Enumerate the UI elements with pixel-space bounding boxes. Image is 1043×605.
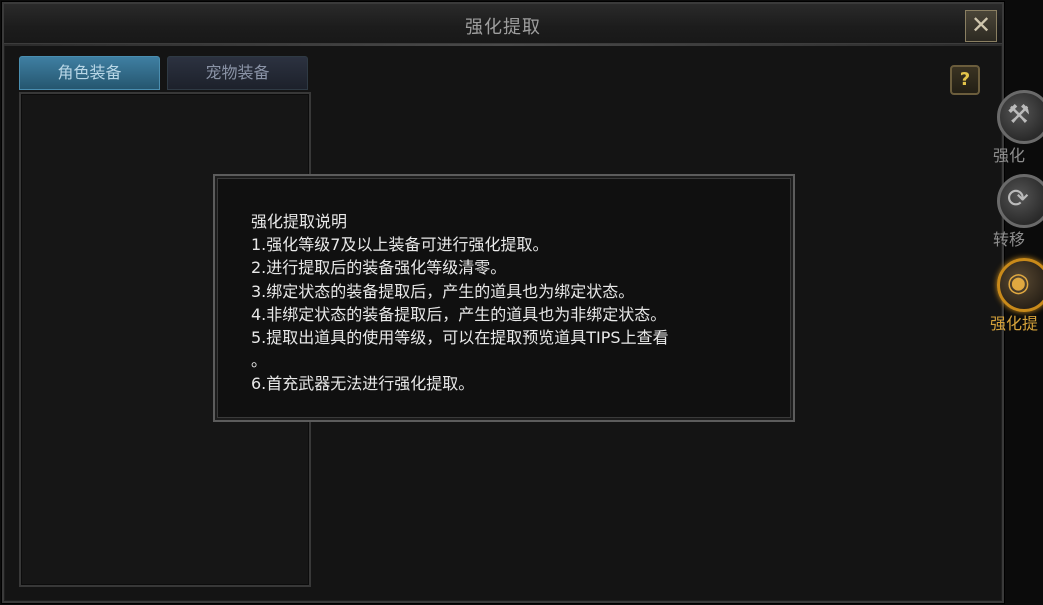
tooltip-rule: 6.首充武器无法进行强化提取。 [251, 374, 475, 394]
title-bar[interactable]: 强化提取 ✕ [4, 4, 1002, 46]
tooltip-heading: 强化提取说明 [251, 212, 348, 231]
tooltip-rule: 5.提取出道具的使用等级，可以在提取预览道具TIPS上查看 [251, 328, 669, 348]
tooltip-rule: 4.非绑定状态的装备提取后，产生的道具也为非绑定状态。 [251, 304, 667, 324]
side-tab-label: 转移 [993, 230, 1026, 249]
side-tab-label: 强化提 [990, 314, 1039, 333]
transfer-icon: ⟳ [1007, 184, 1029, 214]
hammer-icon: ⚒ [1007, 100, 1031, 130]
tooltip-rule: 2.进行提取后的装备强化等级清零。 [251, 258, 507, 278]
extract-icon: ◉ [1007, 268, 1030, 298]
side-tab-label: 强化 [993, 146, 1026, 165]
side-tab-extract[interactable]: ◉ 强化提 [985, 248, 1043, 333]
side-tab-transfer[interactable]: ⟳ 转移 [985, 164, 1043, 249]
tooltip-rule: 1.强化等级7及以上装备可进行强化提取。 [251, 235, 549, 255]
extraction-help-tooltip: 强化提取说明 1.强化等级7及以上装备可进行强化提取。 2.进行提取后的装备强化… [213, 174, 795, 422]
tab-character-equipment[interactable]: 角色装备 [19, 56, 160, 90]
tooltip-rule: 3.绑定状态的装备提取后，产生的道具也为绑定状态。 [251, 281, 635, 301]
tab-pet-equipment[interactable]: 宠物装备 [167, 56, 308, 90]
close-button[interactable]: ✕ [965, 10, 997, 42]
help-button[interactable]: ? [950, 65, 980, 95]
window-title: 强化提取 [465, 17, 541, 38]
tooltip-rule-continuation: 。 [251, 351, 268, 371]
side-tab-enhance[interactable]: ⚒ 强化 [985, 80, 1043, 165]
